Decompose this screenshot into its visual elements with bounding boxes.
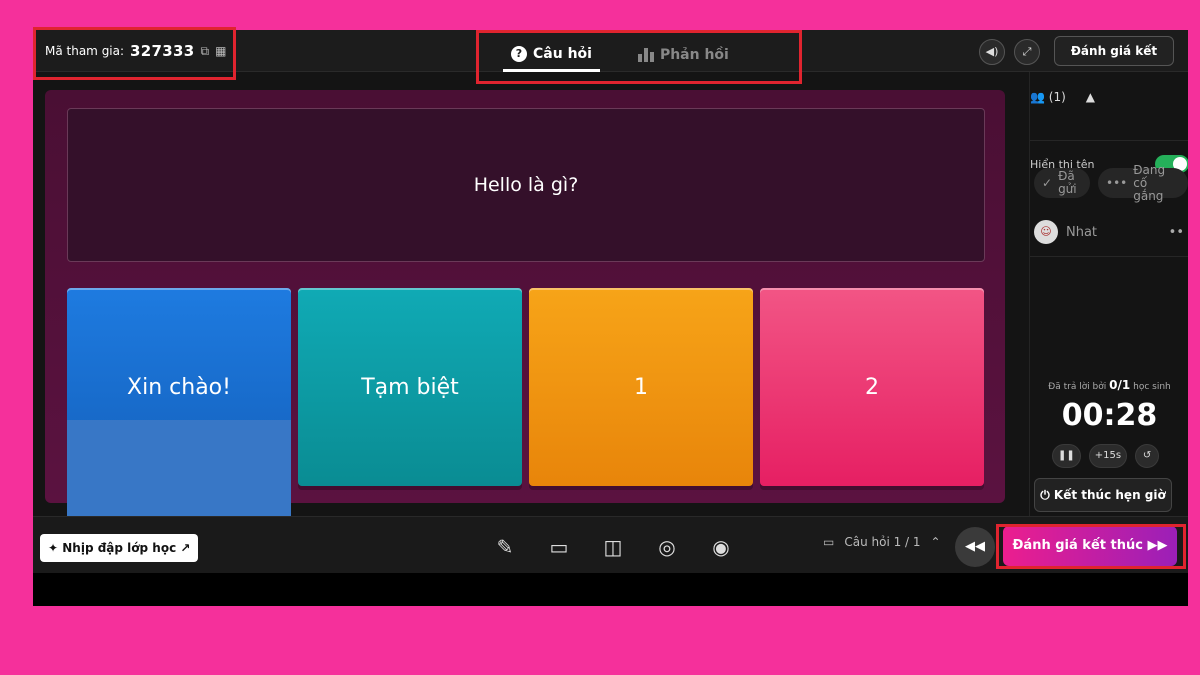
users-icon: 👥 bbox=[1030, 90, 1045, 104]
more-icon: ••• bbox=[1106, 175, 1128, 190]
answered-suffix: học sinh bbox=[1133, 382, 1171, 392]
class-rhythm-button[interactable]: ✦ Nhịp đập lớp học ↗ bbox=[40, 534, 199, 562]
quiz-app-window: Mã tham gia: 327333 ⧉ ▦ ? Câu hỏi Phản h… bbox=[33, 30, 1188, 606]
sidebar-header: 👥 (1) ▲ bbox=[1030, 90, 1095, 104]
end-timer-button[interactable]: ⏻ Kết thúc hẹn giờ bbox=[1034, 478, 1172, 512]
chip-sent-label: Đã gửi bbox=[1058, 169, 1077, 196]
answered-count: 0/1 bbox=[1109, 378, 1131, 392]
volume-icon[interactable]: ◀) bbox=[979, 39, 1005, 65]
filter-trying-chip[interactable]: ••• Đang cố gắng bbox=[1098, 163, 1188, 202]
class-rhythm-label: Nhịp đập lớp học bbox=[62, 541, 177, 555]
clock-icon: ⏻ bbox=[1040, 488, 1050, 502]
check-icon: ✓ bbox=[1042, 175, 1053, 190]
add-time-button[interactable]: +15s bbox=[1088, 444, 1128, 468]
chip-trying-label: Đang cố gắng bbox=[1133, 162, 1166, 203]
question-navigator[interactable]: ▭ Câu hỏi 1 / 1 ⌃ bbox=[823, 535, 941, 549]
teaching-tools: ✎ ▭ ◫ ◎ ◉ bbox=[488, 529, 738, 563]
sidebar-divider bbox=[1030, 256, 1188, 257]
answer-option-3[interactable]: 1 bbox=[529, 288, 753, 486]
participant-row[interactable]: ☺ Nhat •• bbox=[1034, 220, 1184, 244]
pen-icon[interactable]: ✎ bbox=[488, 529, 522, 563]
question-text: Hello là gì? bbox=[67, 108, 985, 262]
fullscreen-icon[interactable]: ⤢ bbox=[1014, 39, 1040, 65]
avatar: ☺ bbox=[1034, 220, 1058, 244]
chevron-up-icon: ⌃ bbox=[930, 535, 941, 549]
previous-button[interactable]: ◀◀ bbox=[955, 527, 995, 567]
countdown-timer: 00:28 bbox=[1061, 398, 1158, 433]
warning-icon[interactable]: ▲ bbox=[1086, 90, 1095, 104]
timer-controls: ❚❚ +15s ↺ bbox=[1052, 444, 1160, 468]
end-timer-label: Kết thúc hẹn giờ bbox=[1053, 488, 1166, 502]
participants-count[interactable]: 👥 (1) bbox=[1030, 90, 1066, 104]
bottom-blank-strip bbox=[33, 573, 1188, 606]
participant-name: Nhat bbox=[1066, 224, 1098, 240]
spinner-wheel-icon[interactable]: ◎ bbox=[650, 529, 684, 563]
more-options-icon[interactable]: •• bbox=[1169, 225, 1184, 240]
answer-option-4[interactable]: 2 bbox=[760, 288, 984, 486]
answer-option-2[interactable]: Tạm biệt bbox=[298, 288, 522, 486]
answered-prefix: Đã trả lời bởi bbox=[1048, 382, 1107, 392]
pause-icon[interactable]: ❚❚ bbox=[1052, 444, 1081, 468]
highlight-join-code bbox=[33, 27, 236, 80]
monitor-icon: ▭ bbox=[823, 535, 835, 549]
end-evaluation-top-button[interactable]: Đánh giá kết thúc bbox=[1054, 36, 1174, 86]
external-link-icon: ↗ bbox=[180, 541, 191, 555]
highlight-end-evaluation bbox=[996, 524, 1186, 569]
sparkle-icon: ✦ bbox=[48, 541, 59, 555]
screen-visibility-icon[interactable]: ◉ bbox=[704, 529, 738, 563]
question-nav-label: Câu hỏi 1 / 1 bbox=[844, 535, 921, 549]
image-icon[interactable]: ◫ bbox=[596, 529, 630, 563]
highlight-tabs bbox=[476, 30, 802, 84]
participants-sidebar: 👥 (1) ▲ Hiển thị tên ✓ Đã gửi ••• Đang c… bbox=[1029, 72, 1188, 516]
reset-icon[interactable]: ↺ bbox=[1135, 444, 1160, 468]
answered-status: Đã trả lời bởi 0/1 học sinh bbox=[1030, 378, 1188, 392]
whiteboard-icon[interactable]: ▭ bbox=[542, 529, 576, 563]
participants-count-label: (1) bbox=[1048, 90, 1066, 104]
filter-sent-chip[interactable]: ✓ Đã gửi bbox=[1034, 168, 1090, 198]
